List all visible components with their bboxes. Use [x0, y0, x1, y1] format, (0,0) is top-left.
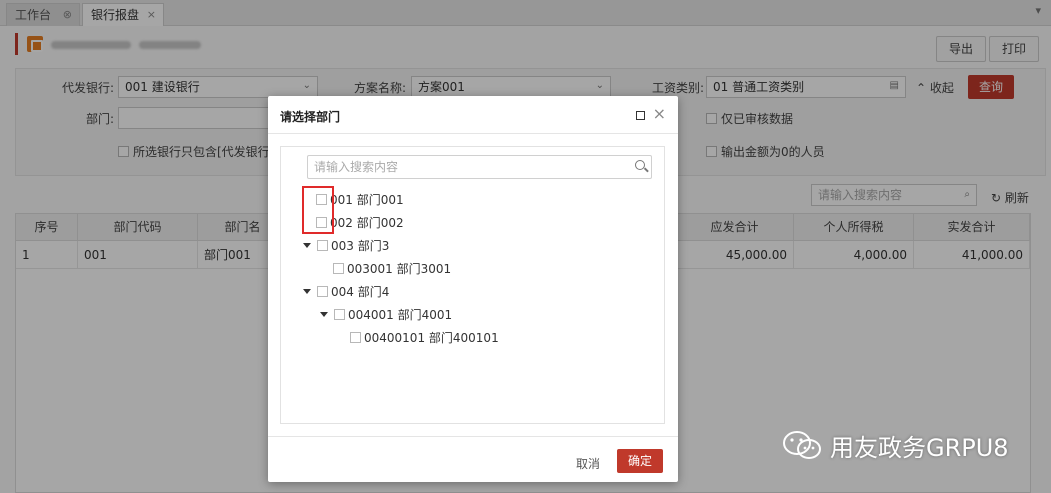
checkbox[interactable]	[317, 240, 328, 251]
checkbox[interactable]	[333, 263, 344, 274]
tree-node[interactable]: 00400101 部门400101	[350, 329, 499, 347]
tree-node-label: 004001 部门4001	[348, 308, 453, 322]
search-icon[interactable]	[635, 160, 645, 170]
select-department-dialog: 请选择部门 × 请输入搜索内容 001 部门001 002 部门002 003 …	[268, 96, 678, 482]
highlight-box	[302, 186, 334, 234]
tree-node[interactable]: 004001 部门4001	[320, 306, 452, 324]
watermark-text: 用友政务GRPU8	[830, 434, 1009, 462]
department-tree-panel: 请输入搜索内容 001 部门001 002 部门002 003 部门3 0030…	[280, 146, 665, 424]
expand-caret-icon[interactable]	[303, 289, 311, 294]
tree-node[interactable]: 004 部门4	[303, 283, 389, 301]
checkbox[interactable]	[350, 332, 361, 343]
tree-node[interactable]: 003 部门3	[303, 237, 389, 255]
confirm-button[interactable]: 确定	[617, 449, 663, 473]
dialog-header: 请选择部门 ×	[268, 96, 678, 134]
tree-node-label: 003001 部门3001	[347, 262, 452, 276]
tree-node-label: 002 部门002	[330, 216, 404, 230]
tree-node-label: 003 部门3	[331, 239, 390, 253]
tree-node-label: 001 部门001	[330, 193, 404, 207]
close-icon[interactable]: ×	[653, 104, 666, 123]
search-placeholder: 请输入搜索内容	[314, 160, 399, 174]
expand-caret-icon[interactable]	[303, 243, 311, 248]
tree-search-input[interactable]: 请输入搜索内容	[307, 155, 652, 179]
tree-node[interactable]: 003001 部门3001	[333, 260, 451, 278]
checkbox[interactable]	[317, 286, 328, 297]
watermark: 用友政务GRPU8	[782, 428, 1009, 463]
tree-node-label: 004 部门4	[331, 285, 390, 299]
tree-node-label: 00400101 部门400101	[364, 331, 499, 345]
dialog-title: 请选择部门	[280, 110, 341, 124]
dialog-footer: 取消 确定	[268, 436, 678, 482]
expand-caret-icon[interactable]	[320, 312, 328, 317]
cancel-button[interactable]: 取消	[576, 455, 600, 472]
maximize-icon[interactable]	[636, 111, 645, 120]
checkbox[interactable]	[334, 309, 345, 320]
